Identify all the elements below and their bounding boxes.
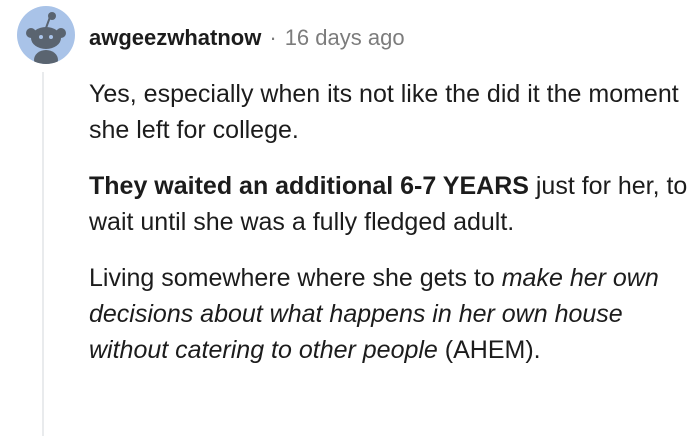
meta-separator: · xyxy=(269,25,277,50)
comment-body: Yes, especially when its not like the di… xyxy=(89,76,695,388)
paragraph-text: Yes, especially when its not like the di… xyxy=(89,80,679,144)
thread-collapse-line[interactable] xyxy=(42,72,44,436)
comment-paragraph-2: They waited an additional 6-7 YEARS just… xyxy=(89,168,695,240)
comment-meta: awgeezwhatnow · 16 days ago xyxy=(89,22,405,54)
user-avatar[interactable] xyxy=(17,6,75,64)
paragraph-text: Living somewhere where she gets to xyxy=(89,264,502,292)
comment: awgeezwhatnow · 16 days ago Yes, especia… xyxy=(0,0,700,436)
snoo-avatar-icon xyxy=(26,12,66,64)
comment-paragraph-3: Living somewhere where she gets to make … xyxy=(89,260,695,368)
paragraph-bold-text: They waited an additional 6-7 YEARS xyxy=(89,172,529,200)
comment-paragraph-1: Yes, especially when its not like the di… xyxy=(89,76,695,148)
paragraph-tail-text: (AHEM). xyxy=(437,336,541,364)
author-link[interactable]: awgeezwhatnow xyxy=(89,25,261,51)
comment-timestamp[interactable]: 16 days ago xyxy=(285,25,405,51)
